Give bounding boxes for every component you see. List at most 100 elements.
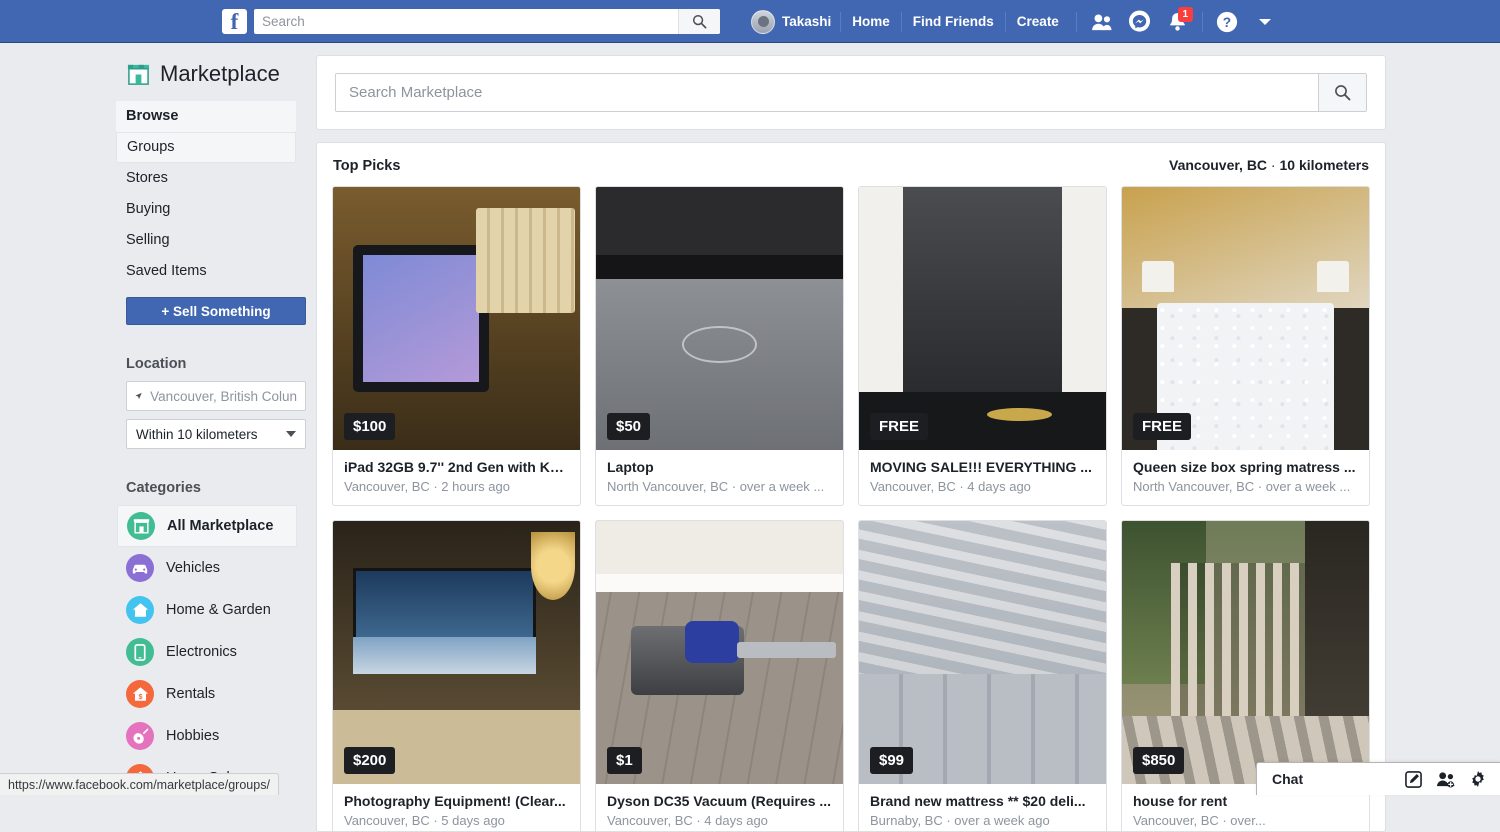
marketplace-title: Marketplace — [0, 61, 316, 87]
marketplace-search-button[interactable] — [1318, 74, 1366, 111]
listing-photo: FREE — [859, 187, 1106, 450]
page-title: Top Picks — [333, 158, 400, 174]
listing-info: Laptop North Vancouver, BC · over a week… — [596, 450, 843, 505]
listing-info: Photography Equipment! (Clear... Vancouv… — [333, 784, 580, 832]
friend-requests-icon — [1091, 13, 1113, 31]
listing-card[interactable]: $100 iPad 32GB 9.7'' 2nd Gen with Ke... … — [332, 186, 581, 506]
facebook-logo[interactable]: f — [222, 9, 247, 34]
svg-text:$: $ — [138, 692, 142, 701]
location-input[interactable]: Vancouver, British Colun — [126, 381, 306, 411]
category-item-hobbies[interactable]: Hobbies — [117, 715, 297, 757]
listing-meta: North Vancouver, BC · over a week ... — [1133, 479, 1358, 494]
marketplace-search-bar[interactable] — [335, 73, 1367, 112]
phone-icon — [126, 638, 154, 666]
price-badge: FREE — [1133, 413, 1191, 440]
marketplace-search-input[interactable] — [336, 74, 1318, 111]
listing-title: Photography Equipment! (Clear... — [344, 793, 569, 809]
notification-badge: 1 — [1178, 7, 1193, 22]
category-label: Home & Garden — [166, 602, 271, 618]
category-list: All Marketplace Vehicles Home & Garden E… — [0, 505, 316, 799]
status-bar-url: https://www.facebook.com/marketplace/gro… — [0, 773, 279, 795]
nav-link-find-friends[interactable]: Find Friends — [902, 14, 1005, 29]
chevron-down-icon — [1259, 19, 1271, 25]
price-badge: $850 — [1133, 747, 1184, 774]
search-icon — [692, 14, 707, 29]
global-search-bar[interactable] — [254, 9, 720, 34]
category-item-home-garden[interactable]: Home & Garden — [117, 589, 297, 631]
sidebar-item-browse[interactable]: Browse — [116, 101, 296, 132]
categories-heading: Categories — [0, 480, 316, 496]
listing-card[interactable]: $200 Photography Equipment! (Clear... Va… — [332, 520, 581, 832]
location-value: Vancouver, British Colun — [150, 389, 297, 404]
listing-card[interactable]: $50 Laptop North Vancouver, BC · over a … — [595, 186, 844, 506]
listing-info: Dyson DC35 Vacuum (Requires ... Vancouve… — [596, 784, 843, 832]
top-nav-right-cluster: Takashi Home Find Friends Create — [742, 0, 1284, 43]
marketplace-title-text: Marketplace — [160, 61, 280, 87]
account-menu-button[interactable] — [1248, 7, 1282, 37]
storefront-icon — [127, 512, 155, 540]
listing-info: iPad 32GB 9.7'' 2nd Gen with Ke... Vanco… — [333, 450, 580, 505]
main-content: Top Picks Vancouver, BC · 10 kilometers … — [316, 43, 1500, 832]
listing-title: Laptop — [607, 459, 832, 475]
global-search-input[interactable] — [254, 14, 678, 29]
listing-title: Dyson DC35 Vacuum (Requires ... — [607, 793, 832, 809]
house-icon — [126, 596, 154, 624]
search-icon — [1334, 84, 1351, 101]
price-badge: $1 — [607, 747, 642, 774]
car-icon — [126, 554, 154, 582]
top-picks-header: Top Picks Vancouver, BC · 10 kilometers — [332, 157, 1370, 174]
sidebar-item-selling[interactable]: Selling — [116, 225, 296, 256]
notifications-button[interactable]: 1 — [1161, 7, 1195, 37]
global-search-button[interactable] — [678, 9, 720, 34]
top-picks-separator: · — [1267, 157, 1279, 173]
top-picks-card: Top Picks Vancouver, BC · 10 kilometers … — [316, 142, 1386, 832]
nav-link-create[interactable]: Create — [1006, 14, 1070, 29]
help-button[interactable]: ? — [1210, 7, 1244, 37]
add-people-icon[interactable] — [1436, 771, 1455, 788]
listing-card[interactable]: FREE MOVING SALE!!! EVERYTHING ... Vanco… — [858, 186, 1107, 506]
nav-divider — [1076, 12, 1077, 32]
profile-menu-button[interactable]: Takashi — [742, 8, 840, 36]
chat-bar[interactable]: Chat — [1256, 762, 1500, 795]
sidebar-item-saved-items[interactable]: Saved Items — [116, 256, 296, 287]
category-item-electronics[interactable]: Electronics — [117, 631, 297, 673]
sidebar-item-groups[interactable]: Groups — [116, 132, 296, 163]
category-label: Electronics — [166, 644, 237, 660]
listing-title: iPad 32GB 9.7'' 2nd Gen with Ke... — [344, 459, 569, 475]
listing-photo: $850 — [1122, 521, 1369, 784]
chat-label: Chat — [1272, 771, 1391, 787]
category-item-rentals[interactable]: $ Rentals — [117, 673, 297, 715]
category-label: Vehicles — [166, 560, 220, 576]
price-badge: $50 — [607, 413, 650, 440]
listing-card[interactable]: FREE Queen size box spring matress ... N… — [1121, 186, 1370, 506]
settings-gear-icon[interactable] — [1469, 770, 1487, 788]
listing-card[interactable]: $99 Brand new mattress ** $20 deli... Bu… — [858, 520, 1107, 832]
category-item-all-marketplace[interactable]: All Marketplace — [117, 505, 297, 547]
category-item-vehicles[interactable]: Vehicles — [117, 547, 297, 589]
listing-meta: Vancouver, BC · 4 days ago — [607, 813, 832, 828]
compose-icon[interactable] — [1405, 771, 1422, 788]
price-badge: FREE — [870, 413, 928, 440]
guitar-icon — [126, 722, 154, 750]
category-label: Rentals — [166, 686, 215, 702]
sidebar-item-buying[interactable]: Buying — [116, 194, 296, 225]
nav-link-home[interactable]: Home — [841, 14, 901, 29]
sell-something-button[interactable]: + Sell Something — [126, 297, 306, 325]
messenger-button[interactable] — [1123, 7, 1157, 37]
listing-meta: Burnaby, BC · over a week ago — [870, 813, 1095, 828]
listing-meta: Vancouver, BC · over... — [1133, 813, 1358, 828]
listing-title: house for rent — [1133, 793, 1358, 809]
listing-photo: $1 — [596, 521, 843, 784]
listing-photo: $200 — [333, 521, 580, 784]
messenger-icon — [1128, 10, 1151, 33]
distance-select[interactable]: Within 10 kilometers — [126, 419, 306, 449]
rental-house-icon: $ — [126, 680, 154, 708]
location-heading: Location — [0, 356, 316, 372]
location-arrow-icon — [135, 389, 142, 403]
friend-requests-button[interactable] — [1085, 7, 1119, 37]
listing-card[interactable]: $1 Dyson DC35 Vacuum (Requires ... Vanco… — [595, 520, 844, 832]
sidebar-item-stores[interactable]: Stores — [116, 163, 296, 194]
category-label: Hobbies — [166, 728, 219, 744]
listing-photo: $99 — [859, 521, 1106, 784]
sidebar: Marketplace Browse Groups Stores Buying … — [0, 43, 316, 795]
